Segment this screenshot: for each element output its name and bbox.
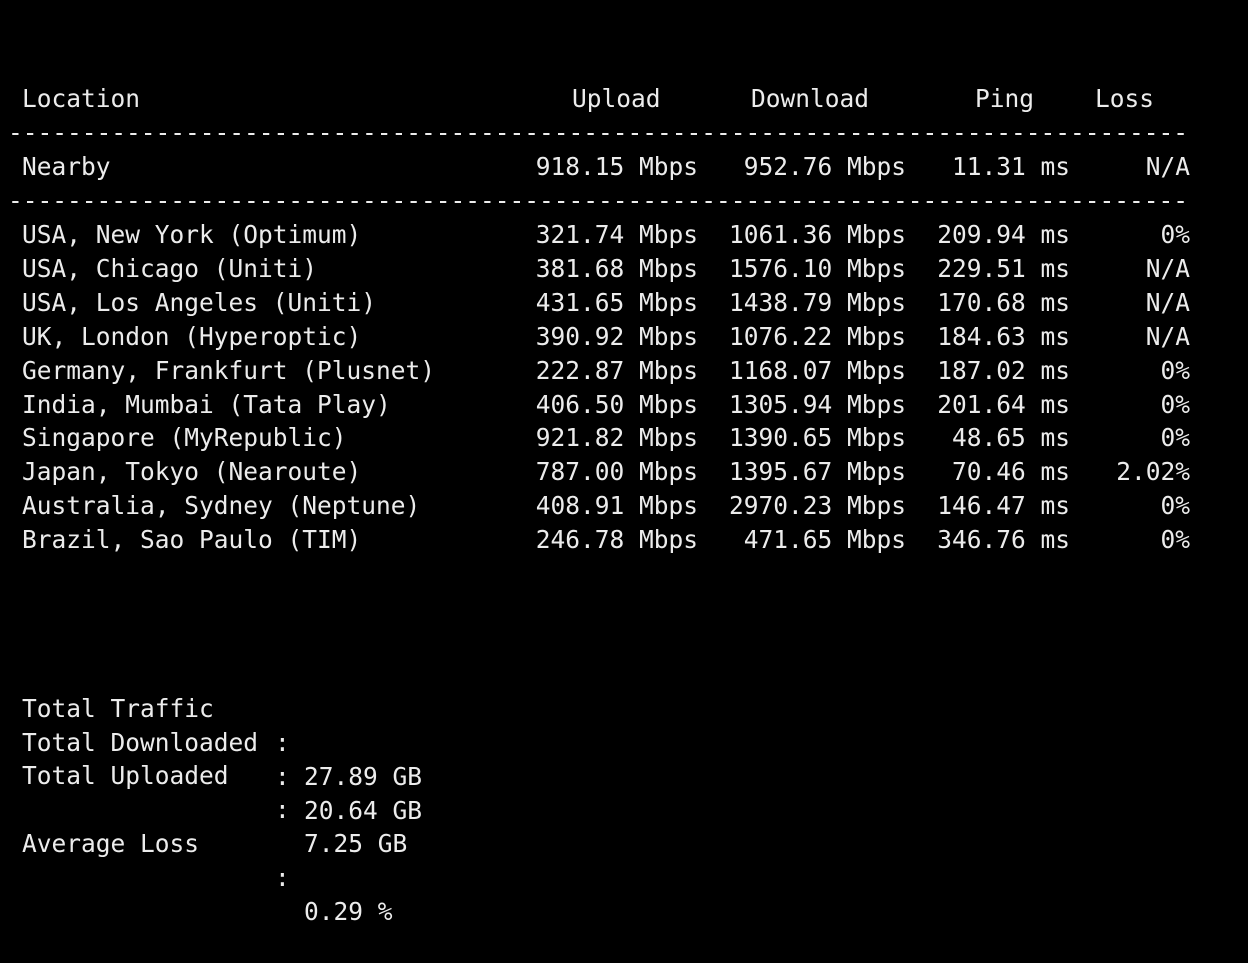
row-download: 1390.65 Mbps (728, 423, 906, 452)
row-loss: 0% (1160, 390, 1190, 419)
row-ping: 48.65 ms (951, 423, 1070, 452)
header-location: Location (22, 84, 141, 113)
row-download: 1305.94 Mbps (728, 390, 906, 419)
row-location: Australia, Sydney (Neptune) (22, 491, 421, 520)
nearby-download: 952.76 Mbps (743, 152, 906, 181)
row-upload: 431.65 Mbps (535, 288, 698, 317)
row-upload: 321.74 Mbps (535, 220, 698, 249)
summary-value: 20.64 GB (304, 796, 423, 825)
row-ping: 229.51 ms (937, 254, 1070, 283)
row-location: USA, Los Angeles (Uniti) (22, 288, 377, 317)
row-download: 2970.23 Mbps (728, 491, 906, 520)
row-upload: 787.00 Mbps (535, 457, 698, 486)
row-download: 1395.67 Mbps (728, 457, 906, 486)
row-loss: 0% (1160, 220, 1190, 249)
summary-value: 0.29 % (304, 897, 393, 926)
row-location: USA, Chicago (Uniti) (22, 254, 318, 283)
row-loss: 0% (1160, 423, 1190, 452)
row-download: 1061.36 Mbps (728, 220, 906, 249)
summary-average-loss: Average Loss : 0.29 % (22, 793, 393, 926)
row-location: Brazil, Sao Paulo (TIM) (22, 525, 362, 554)
row-loss: 0% (1160, 491, 1190, 520)
row-ping: 184.63 ms (937, 322, 1070, 351)
row-upload: 381.68 Mbps (535, 254, 698, 283)
divider-middle: ----------------------------------------… (8, 186, 1184, 215)
row-ping: 70.46 ms (951, 457, 1070, 486)
nearby-upload: 918.15 Mbps (535, 152, 698, 181)
row-ping: 170.68 ms (937, 288, 1070, 317)
row-upload: 246.78 Mbps (535, 525, 698, 554)
row-download: 1076.22 Mbps (728, 322, 906, 351)
summary-total-downloaded: Total Downloaded : 20.64 GB (22, 692, 422, 825)
summary-value: 7.25 GB (304, 829, 408, 858)
nearby-location: Nearby (22, 152, 111, 181)
row-location: Germany, Frankfurt (Plusnet) (22, 356, 436, 385)
summary-separator: : (275, 762, 290, 791)
row-loss: N/A (1145, 322, 1190, 351)
row-download: 1576.10 Mbps (728, 254, 906, 283)
row-upload: 406.50 Mbps (535, 390, 698, 419)
row-upload: 222.87 Mbps (535, 356, 698, 385)
row-ping: 209.94 ms (937, 220, 1070, 249)
header-upload: Upload (572, 84, 661, 113)
row-loss: 0% (1160, 356, 1190, 385)
row-location: UK, London (Hyperoptic) (22, 322, 362, 351)
nearby-ping: 11.31 ms (951, 152, 1070, 181)
summary-separator: : (275, 863, 290, 892)
row-location: India, Mumbai (Tata Play) (22, 390, 391, 419)
row-download: 471.65 Mbps (743, 525, 906, 554)
summary-total-traffic: Total Traffic : 27.89 GB (22, 658, 422, 791)
row-location: USA, New York (Optimum) (22, 220, 362, 249)
header-download: Download (751, 84, 870, 113)
header-loss: Loss (1095, 84, 1155, 113)
nearby-loss: N/A (1145, 152, 1190, 181)
row-download: 1168.07 Mbps (728, 356, 906, 385)
row-location: Singapore (MyRepublic) (22, 423, 347, 452)
row-ping: 201.64 ms (937, 390, 1070, 419)
summary-separator: : (275, 795, 290, 824)
summary-total-uploaded: Total Uploaded : 7.25 GB (22, 725, 407, 858)
row-ping: 187.02 ms (937, 356, 1070, 385)
row-upload: 390.92 Mbps (535, 322, 698, 351)
row-ping: 146.47 ms (937, 491, 1070, 520)
row-ping: 346.76 ms (937, 525, 1070, 554)
row-loss: N/A (1145, 288, 1190, 317)
row-loss: 2.02% (1116, 457, 1190, 486)
row-loss: 0% (1160, 525, 1190, 554)
summary-separator: : (275, 728, 290, 757)
summary-label: Average Loss (22, 829, 200, 858)
summary-label: Total Uploaded (22, 761, 229, 790)
row-upload: 408.91 Mbps (535, 491, 698, 520)
divider-top: ----------------------------------------… (8, 118, 1184, 147)
row-upload: 921.82 Mbps (535, 423, 698, 452)
row-download: 1438.79 Mbps (728, 288, 906, 317)
terminal-window: Location Upload Download Ping Loss -----… (0, 0, 1248, 926)
row-loss: N/A (1145, 254, 1190, 283)
summary-value: 27.89 GB (304, 762, 423, 791)
row-location: Japan, Tokyo (Nearoute) (22, 457, 362, 486)
header-ping: Ping (975, 84, 1035, 113)
